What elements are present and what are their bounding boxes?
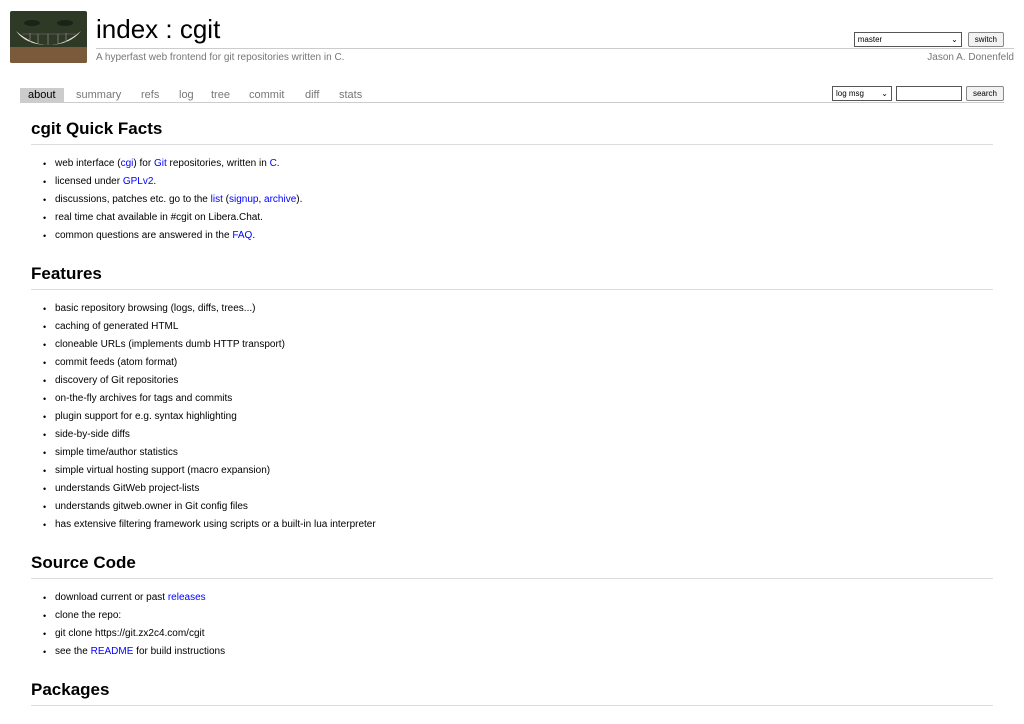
search-input[interactable] — [895, 86, 962, 101]
section-quick-facts: cgit Quick Facts web interface (cgi) for… — [31, 118, 993, 245]
list-item: common questions are answered in the FAQ… — [43, 227, 993, 245]
about-content: cgit Quick Facts web interface (cgi) for… — [31, 118, 993, 724]
list-item: caching of generated HTML — [43, 318, 993, 336]
link-gplv2[interactable]: GPLv2 — [123, 176, 154, 187]
switch-button[interactable]: switch — [967, 32, 1004, 47]
tab-refs[interactable]: refs — [138, 88, 162, 102]
header-divider — [96, 48, 1014, 49]
link-c[interactable]: C — [270, 158, 277, 169]
list-item: on-the-fly archives for tags and commits — [43, 390, 993, 408]
list-item: understands GitWeb project-lists — [43, 480, 993, 498]
page-title[interactable]: index : cgit — [96, 14, 220, 45]
list-item: has extensive filtering framework using … — [43, 516, 993, 534]
link-readme[interactable]: README — [91, 646, 134, 657]
list-item: cloneable URLs (implements dumb HTTP tra… — [43, 336, 993, 354]
item-text: . — [252, 230, 256, 241]
item-text: discussions, patches etc. go to the — [55, 194, 211, 205]
list-item: web interface (cgi) for Git repositories… — [43, 155, 993, 173]
list-item: simple virtual hosting support (macro ex… — [43, 462, 993, 480]
list-item: git clone https://git.zx2c4.com/cgit — [43, 625, 993, 643]
list-item: commit feeds (atom format) — [43, 354, 993, 372]
list-item: discussions, patches etc. go to the list… — [43, 191, 993, 209]
facts-list: web interface (cgi) for Git repositories… — [31, 155, 993, 245]
list-item: clone the repo: — [43, 607, 993, 625]
chevron-down-icon: ⌄ — [951, 35, 958, 44]
section-heading: cgit Quick Facts — [31, 118, 993, 145]
item-text: common questions are answered in the — [55, 230, 233, 241]
list-item: real time chat available in #cgit on Lib… — [43, 209, 993, 227]
tab-log[interactable]: log — [176, 88, 197, 102]
item-text: . — [276, 158, 280, 169]
source-list: download current or past releases clone … — [31, 589, 993, 661]
link-cgi[interactable]: cgi — [121, 158, 134, 169]
list-item: plugin support for e.g. syntax highlight… — [43, 408, 993, 426]
branch-select[interactable]: master ⌄ — [853, 32, 962, 47]
item-text: for build instructions — [133, 646, 226, 657]
list-item: simple time/author statistics — [43, 444, 993, 462]
item-text: web interface ( — [55, 158, 121, 169]
repo-description: A hyperfast web frontend for git reposit… — [96, 52, 345, 63]
list-item: see the README for build instructions — [43, 643, 993, 661]
list-item: discovery of Git repositories — [43, 372, 993, 390]
list-item: basic repository browsing (logs, diffs, … — [43, 300, 993, 318]
chevron-down-icon: ⌄ — [881, 89, 888, 98]
search-form: log msg ⌄ search — [831, 86, 1004, 101]
section-features: Features basic repository browsing (logs… — [31, 263, 993, 534]
grinning-face-logo-icon[interactable] — [10, 11, 87, 63]
tab-commit[interactable]: commit — [246, 88, 287, 102]
features-list: basic repository browsing (logs, diffs, … — [31, 300, 993, 534]
repo-owner: Jason A. Donenfeld — [927, 52, 1014, 63]
tab-tree[interactable]: tree — [208, 88, 233, 102]
link-git[interactable]: Git — [154, 158, 167, 169]
item-text: repositories, written in — [166, 158, 270, 169]
item-text: licensed under — [55, 176, 123, 187]
section-packages: Packages — [31, 679, 993, 706]
tab-about[interactable]: about — [20, 88, 64, 102]
item-text: download current or past — [55, 592, 168, 603]
tab-summary[interactable]: summary — [73, 88, 124, 102]
item-text: ) for — [133, 158, 154, 169]
link-archive[interactable]: archive — [264, 194, 296, 205]
link-releases[interactable]: releases — [168, 592, 206, 603]
list-item: understands gitweb.owner in Git config f… — [43, 498, 993, 516]
section-heading: Features — [31, 263, 993, 290]
section-source-code: Source Code download current or past rel… — [31, 552, 993, 661]
link-list[interactable]: list — [211, 194, 223, 205]
link-faq[interactable]: FAQ — [232, 230, 252, 241]
link-signup[interactable]: signup — [229, 194, 258, 205]
tab-diff[interactable]: diff — [302, 88, 322, 102]
branch-switch-form: master ⌄ switch — [853, 32, 1004, 47]
section-heading: Source Code — [31, 552, 993, 579]
list-item: licensed under GPLv2. — [43, 173, 993, 191]
search-button[interactable]: search — [965, 86, 1004, 101]
item-text: . — [153, 176, 157, 187]
item-text: ). — [296, 194, 303, 205]
list-item: side-by-side diffs — [43, 426, 993, 444]
search-type-select[interactable]: log msg ⌄ — [831, 86, 892, 101]
section-heading: Packages — [31, 679, 993, 706]
search-type-value: log msg — [835, 89, 864, 98]
tab-stats[interactable]: stats — [336, 88, 365, 102]
branch-select-value: master — [857, 35, 883, 44]
item-text: see the — [55, 646, 91, 657]
list-item: download current or past releases — [43, 589, 993, 607]
